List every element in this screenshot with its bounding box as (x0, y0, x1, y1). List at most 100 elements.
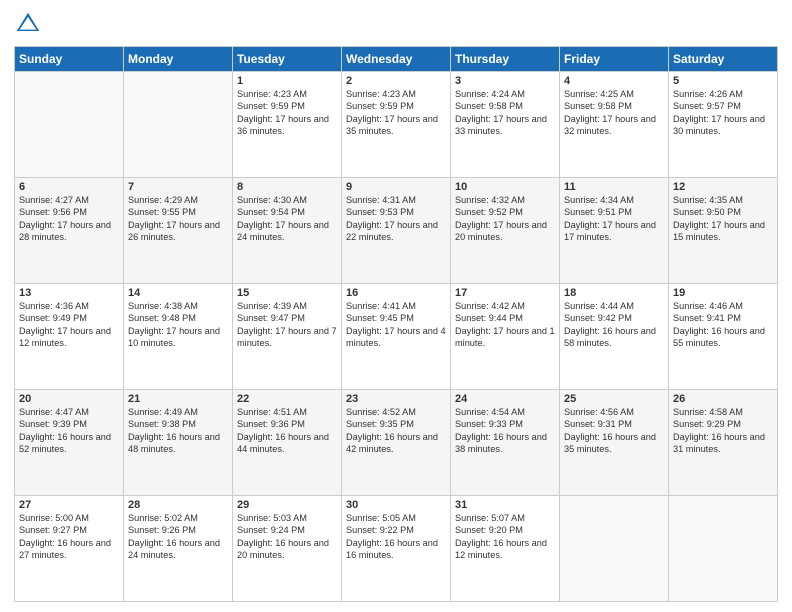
day-number: 1 (237, 75, 337, 87)
calendar-day-cell: 25Sunrise: 4:56 AMSunset: 9:31 PMDayligh… (560, 390, 669, 496)
day-info: Sunrise: 4:31 AMSunset: 9:53 PMDaylight:… (346, 194, 446, 244)
day-number: 26 (673, 393, 773, 405)
calendar-day-cell: 15Sunrise: 4:39 AMSunset: 9:47 PMDayligh… (233, 284, 342, 390)
day-number: 17 (455, 287, 555, 299)
weekday-header: Tuesday (233, 47, 342, 72)
day-info: Sunrise: 4:32 AMSunset: 9:52 PMDaylight:… (455, 194, 555, 244)
calendar-day-cell (560, 496, 669, 602)
day-info: Sunrise: 5:05 AMSunset: 9:22 PMDaylight:… (346, 512, 446, 562)
calendar-day-cell: 19Sunrise: 4:46 AMSunset: 9:41 PMDayligh… (669, 284, 778, 390)
day-number: 12 (673, 181, 773, 193)
day-info: Sunrise: 4:24 AMSunset: 9:58 PMDaylight:… (455, 88, 555, 138)
calendar-day-cell (124, 72, 233, 178)
day-info: Sunrise: 4:46 AMSunset: 9:41 PMDaylight:… (673, 300, 773, 350)
calendar-day-cell: 4Sunrise: 4:25 AMSunset: 9:58 PMDaylight… (560, 72, 669, 178)
day-number: 21 (128, 393, 228, 405)
day-number: 23 (346, 393, 446, 405)
calendar-day-cell: 2Sunrise: 4:23 AMSunset: 9:59 PMDaylight… (342, 72, 451, 178)
day-number: 22 (237, 393, 337, 405)
calendar-day-cell: 22Sunrise: 4:51 AMSunset: 9:36 PMDayligh… (233, 390, 342, 496)
calendar-day-cell: 1Sunrise: 4:23 AMSunset: 9:59 PMDaylight… (233, 72, 342, 178)
calendar-day-cell: 29Sunrise: 5:03 AMSunset: 9:24 PMDayligh… (233, 496, 342, 602)
weekday-header: Saturday (669, 47, 778, 72)
day-info: Sunrise: 4:23 AMSunset: 9:59 PMDaylight:… (237, 88, 337, 138)
day-info: Sunrise: 4:38 AMSunset: 9:48 PMDaylight:… (128, 300, 228, 350)
day-info: Sunrise: 5:00 AMSunset: 9:27 PMDaylight:… (19, 512, 119, 562)
day-number: 20 (19, 393, 119, 405)
calendar-day-cell: 27Sunrise: 5:00 AMSunset: 9:27 PMDayligh… (15, 496, 124, 602)
day-number: 5 (673, 75, 773, 87)
calendar-header-row: SundayMondayTuesdayWednesdayThursdayFrid… (15, 47, 778, 72)
calendar-day-cell: 24Sunrise: 4:54 AMSunset: 9:33 PMDayligh… (451, 390, 560, 496)
day-number: 29 (237, 499, 337, 511)
calendar-table: SundayMondayTuesdayWednesdayThursdayFrid… (14, 46, 778, 602)
day-number: 3 (455, 75, 555, 87)
day-number: 11 (564, 181, 664, 193)
day-info: Sunrise: 4:30 AMSunset: 9:54 PMDaylight:… (237, 194, 337, 244)
weekday-header: Friday (560, 47, 669, 72)
logo (14, 10, 46, 38)
calendar-day-cell: 20Sunrise: 4:47 AMSunset: 9:39 PMDayligh… (15, 390, 124, 496)
calendar-day-cell: 31Sunrise: 5:07 AMSunset: 9:20 PMDayligh… (451, 496, 560, 602)
day-number: 2 (346, 75, 446, 87)
day-info: Sunrise: 4:34 AMSunset: 9:51 PMDaylight:… (564, 194, 664, 244)
calendar-day-cell: 16Sunrise: 4:41 AMSunset: 9:45 PMDayligh… (342, 284, 451, 390)
day-number: 30 (346, 499, 446, 511)
day-info: Sunrise: 4:47 AMSunset: 9:39 PMDaylight:… (19, 406, 119, 456)
day-number: 4 (564, 75, 664, 87)
day-info: Sunrise: 4:39 AMSunset: 9:47 PMDaylight:… (237, 300, 337, 350)
day-number: 15 (237, 287, 337, 299)
day-number: 13 (19, 287, 119, 299)
calendar-day-cell: 11Sunrise: 4:34 AMSunset: 9:51 PMDayligh… (560, 178, 669, 284)
calendar-week-row: 20Sunrise: 4:47 AMSunset: 9:39 PMDayligh… (15, 390, 778, 496)
day-info: Sunrise: 5:07 AMSunset: 9:20 PMDaylight:… (455, 512, 555, 562)
calendar-day-cell (669, 496, 778, 602)
day-info: Sunrise: 4:49 AMSunset: 9:38 PMDaylight:… (128, 406, 228, 456)
calendar-day-cell: 8Sunrise: 4:30 AMSunset: 9:54 PMDaylight… (233, 178, 342, 284)
day-info: Sunrise: 4:51 AMSunset: 9:36 PMDaylight:… (237, 406, 337, 456)
day-info: Sunrise: 4:25 AMSunset: 9:58 PMDaylight:… (564, 88, 664, 138)
day-number: 9 (346, 181, 446, 193)
day-info: Sunrise: 4:29 AMSunset: 9:55 PMDaylight:… (128, 194, 228, 244)
page-header (14, 10, 778, 38)
day-number: 25 (564, 393, 664, 405)
calendar-day-cell (15, 72, 124, 178)
day-info: Sunrise: 4:26 AMSunset: 9:57 PMDaylight:… (673, 88, 773, 138)
weekday-header: Wednesday (342, 47, 451, 72)
day-info: Sunrise: 4:27 AMSunset: 9:56 PMDaylight:… (19, 194, 119, 244)
calendar-day-cell: 30Sunrise: 5:05 AMSunset: 9:22 PMDayligh… (342, 496, 451, 602)
day-number: 10 (455, 181, 555, 193)
calendar-day-cell: 3Sunrise: 4:24 AMSunset: 9:58 PMDaylight… (451, 72, 560, 178)
calendar-day-cell: 28Sunrise: 5:02 AMSunset: 9:26 PMDayligh… (124, 496, 233, 602)
calendar-day-cell: 21Sunrise: 4:49 AMSunset: 9:38 PMDayligh… (124, 390, 233, 496)
day-number: 27 (19, 499, 119, 511)
calendar-day-cell: 13Sunrise: 4:36 AMSunset: 9:49 PMDayligh… (15, 284, 124, 390)
calendar-week-row: 27Sunrise: 5:00 AMSunset: 9:27 PMDayligh… (15, 496, 778, 602)
day-info: Sunrise: 4:36 AMSunset: 9:49 PMDaylight:… (19, 300, 119, 350)
weekday-header: Monday (124, 47, 233, 72)
calendar-day-cell: 7Sunrise: 4:29 AMSunset: 9:55 PMDaylight… (124, 178, 233, 284)
calendar-day-cell: 12Sunrise: 4:35 AMSunset: 9:50 PMDayligh… (669, 178, 778, 284)
day-number: 8 (237, 181, 337, 193)
calendar-day-cell: 26Sunrise: 4:58 AMSunset: 9:29 PMDayligh… (669, 390, 778, 496)
day-number: 19 (673, 287, 773, 299)
calendar-day-cell: 5Sunrise: 4:26 AMSunset: 9:57 PMDaylight… (669, 72, 778, 178)
logo-icon (14, 10, 42, 38)
calendar-day-cell: 17Sunrise: 4:42 AMSunset: 9:44 PMDayligh… (451, 284, 560, 390)
calendar-day-cell: 23Sunrise: 4:52 AMSunset: 9:35 PMDayligh… (342, 390, 451, 496)
calendar-week-row: 13Sunrise: 4:36 AMSunset: 9:49 PMDayligh… (15, 284, 778, 390)
day-info: Sunrise: 4:58 AMSunset: 9:29 PMDaylight:… (673, 406, 773, 456)
day-number: 28 (128, 499, 228, 511)
day-info: Sunrise: 4:23 AMSunset: 9:59 PMDaylight:… (346, 88, 446, 138)
day-info: Sunrise: 4:44 AMSunset: 9:42 PMDaylight:… (564, 300, 664, 350)
day-number: 16 (346, 287, 446, 299)
day-info: Sunrise: 4:42 AMSunset: 9:44 PMDaylight:… (455, 300, 555, 350)
day-info: Sunrise: 4:56 AMSunset: 9:31 PMDaylight:… (564, 406, 664, 456)
weekday-header: Sunday (15, 47, 124, 72)
weekday-header: Thursday (451, 47, 560, 72)
calendar-day-cell: 10Sunrise: 4:32 AMSunset: 9:52 PMDayligh… (451, 178, 560, 284)
day-number: 14 (128, 287, 228, 299)
calendar-day-cell: 9Sunrise: 4:31 AMSunset: 9:53 PMDaylight… (342, 178, 451, 284)
day-info: Sunrise: 5:03 AMSunset: 9:24 PMDaylight:… (237, 512, 337, 562)
day-info: Sunrise: 4:35 AMSunset: 9:50 PMDaylight:… (673, 194, 773, 244)
